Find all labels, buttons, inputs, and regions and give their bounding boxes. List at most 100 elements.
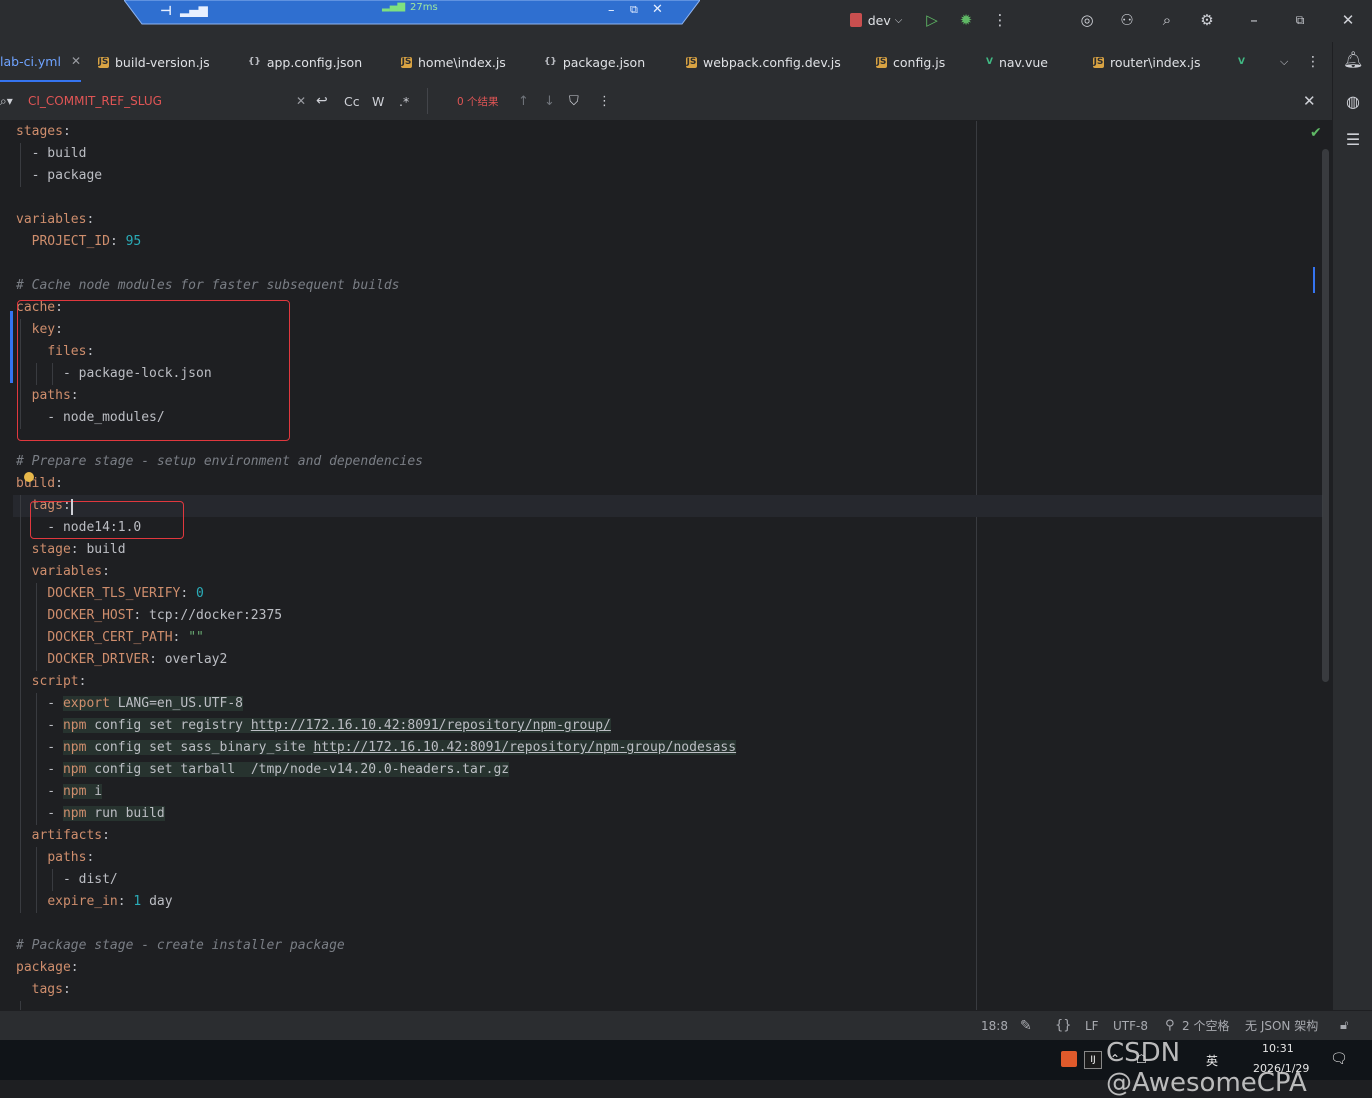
pin-icon[interactable]: ⊣ [160,4,172,19]
find-input[interactable]: CI_COMMIT_REF_SLUG [28,82,162,120]
tab-lab-ci-yml[interactable]: lab-ci.yml ✕ [0,42,82,82]
json-schema[interactable]: 无 JSON 架构 [1245,1011,1318,1041]
indent-guide [20,1001,21,1010]
js-file-icon: JS [686,56,697,68]
scroll-change-marker [1313,267,1315,293]
signal-icon: ▂▄▆ [180,3,208,17]
file-encoding[interactable]: UTF-8 [1113,1011,1148,1041]
find-bar: ⌕▾ CI_COMMIT_REF_SLUG ✕ ↩ Cc W .* 0 个结果 … [0,82,1332,121]
minimize-remote-icon[interactable]: – [608,3,615,18]
tab-nav-vue[interactable]: Vnav.vue [986,42,1048,82]
remote-session-bar[interactable]: ⊣ ▂▄▆ ▂▄▆ 27ms – ⧉ ✕ [124,0,700,26]
more-actions-button[interactable]: ⋮ [988,8,1012,32]
results-count: 0 个结果 [457,95,499,108]
latency-label: 27ms [410,2,438,13]
tab-build-version-js[interactable]: JS build-version.js [98,42,210,82]
filter-icon[interactable]: ⛉ [569,82,579,120]
code-line: artifacts: [31,828,110,843]
tab-list-dropdown[interactable]: ⌵ [1280,42,1288,82]
code-line: stages: [16,124,71,139]
code-line: PROJECT_ID: 95 [31,234,142,249]
line-ending[interactable]: LF [1085,1011,1099,1041]
code-line: - npm i [16,784,103,799]
code-line: - export LANG=en_US.UTF-8 [16,696,243,711]
close-remote-icon[interactable]: ✕ [652,2,663,17]
chevron-down-icon: ⌵ [894,14,903,26]
window-minimize-button[interactable]: – [1242,8,1266,32]
tab-label: lab-ci.yml [0,53,61,69]
database-icon[interactable]: ☰ [1343,130,1363,150]
code-line: tags: [31,982,71,997]
code-line: paths: [47,850,95,865]
caret-position[interactable]: 18:8 [981,1011,1008,1041]
code-line: DOCKER_DRIVER: overlay2 [47,652,228,667]
settings-button[interactable]: ⚙ [1195,8,1219,32]
previous-occurrence-icon[interactable]: ↑ [518,82,529,120]
close-tab-icon[interactable]: ✕ [71,54,81,68]
more-vertical-icon: ⋮ [1306,54,1320,70]
search-icon: ⌕ [1162,11,1172,29]
tab-app-config-json[interactable]: {} app.config.json [248,42,362,82]
new-line-icon[interactable]: ↩ [316,82,328,120]
restore-remote-icon[interactable]: ⧉ [630,3,638,17]
editor-gutter [0,121,13,1010]
clear-search-icon[interactable]: ✕ [296,82,306,120]
match-case-toggle[interactable]: Cc [344,82,360,120]
lock-icon[interactable]: 🔓︎ [1340,1011,1348,1041]
right-margin-guide [976,121,977,1010]
branch-widget[interactable]: dev ⌵ [844,8,908,32]
next-occurrence-icon[interactable]: ↓ [544,82,555,120]
tab-more-button[interactable]: ⋮ [1306,42,1320,82]
tab-webpack-config-dev-js[interactable]: JS webpack.config.dev.js [686,42,841,82]
tab-config-js[interactable]: JS config.js [876,42,945,82]
vue-file-icon: V [1238,57,1245,67]
add-user-button[interactable]: ⚇ [1115,8,1139,32]
intellij-tray-icon[interactable]: IJ [1084,1051,1102,1069]
play-icon: ▷ [926,11,938,29]
ai-assistant-button[interactable]: ◎ [1075,8,1099,32]
tab-label: package.json [562,54,646,70]
code-line: - npm run build [16,806,165,821]
tab-label: nav.vue [998,54,1048,70]
editor-tab-bar: lab-ci.yml ✕ JS build-version.js {} app.co… [0,42,1332,83]
app-tray-icon[interactable] [1061,1051,1077,1067]
vcs-change-marker [10,311,13,383]
code-line: - npm config set tarball /tmp/node-v14.2… [16,762,510,777]
inspection-ok-icon[interactable]: ✔ [1310,125,1322,141]
code-line: expire_in: 1 day [47,894,173,909]
more-vertical-icon[interactable]: ⋮ [598,82,611,120]
highlight-box-cache [17,300,290,441]
code-line: script: [31,674,87,689]
signal-strength-icon: ▂▄▆ [382,1,406,12]
tab-label: build-version.js [115,54,210,70]
code-editor[interactable]: ✔ stages: - build - package variables: PR… [0,121,1332,1010]
regex-toggle[interactable]: .* [399,82,409,120]
intention-bulb-icon[interactable] [24,472,34,482]
tab-overflow-vue[interactable]: V [1238,42,1251,82]
json-structure-icon[interactable]: {} [1055,1011,1072,1041]
run-button[interactable]: ▷ [920,8,944,32]
window-close-button[interactable]: ✕ [1336,8,1360,32]
close-find-bar-icon[interactable]: ✕ [1303,82,1316,120]
search-button[interactable]: ⌕ [1155,8,1179,32]
code-line: variables: [31,564,110,579]
tab-label: app.config.json [266,54,363,70]
vertical-scrollbar[interactable] [1322,149,1329,682]
ai-chat-icon[interactable]: ◍ [1343,92,1363,112]
tab-home-index-js[interactable]: JS home\index.js [401,42,506,82]
notifications-icon[interactable]: 🔔︎ [1343,50,1363,70]
find-bar-divider [427,88,428,114]
tab-router-index-js[interactable]: JS router\index.js [1093,42,1201,82]
readonly-toggle-icon[interactable]: ✎ [1020,1011,1032,1041]
code-line: # Prepare stage - setup environment and … [16,454,423,469]
window-restore-button[interactable]: ⧉ [1288,8,1312,32]
bug-icon: ✹ [959,11,973,29]
whole-words-toggle[interactable]: W [372,82,384,120]
code-line: DOCKER_TLS_VERIFY: 0 [47,586,204,601]
code-line: - npm config set sass_binary_site http:/… [16,740,737,755]
debug-button[interactable]: ✹ [954,8,978,32]
search-history-icon[interactable]: ⌕▾ [0,82,13,120]
tab-package-json[interactable]: {} package.json [544,42,645,82]
add-user-icon: ⚇ [1120,11,1134,29]
indent-setting[interactable]: 2 个空格 [1182,1011,1229,1041]
